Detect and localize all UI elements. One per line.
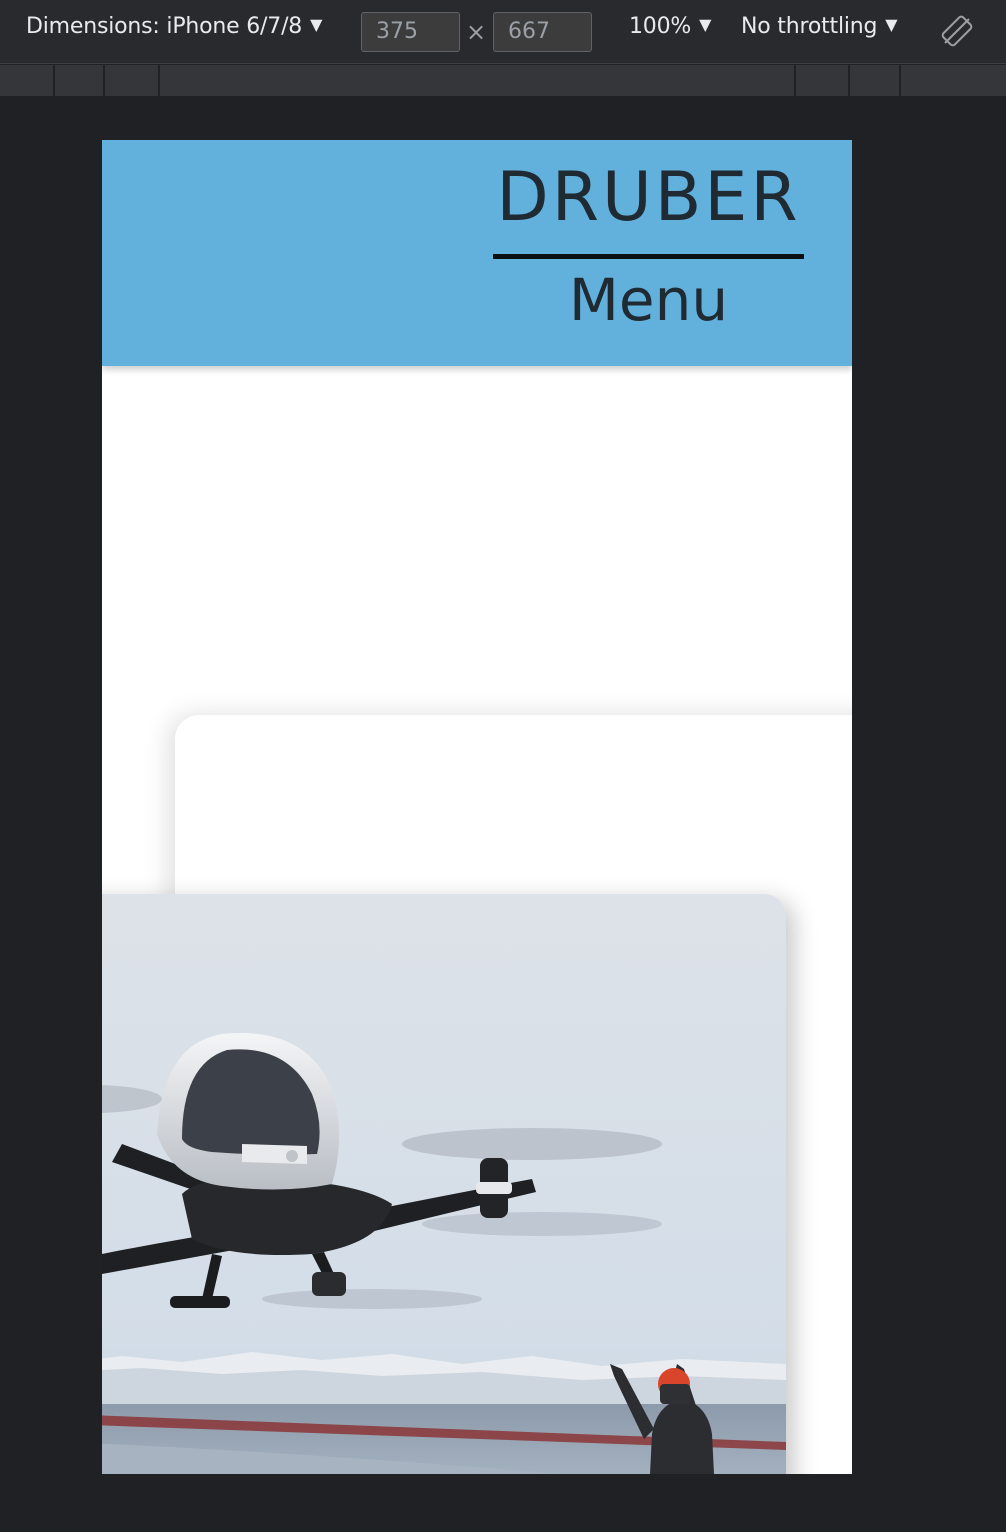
throttling-select[interactable]: No throttling ▼ [741,14,898,39]
site-header: DRUBER Menu [102,140,852,366]
rotate-icon[interactable] [940,14,974,48]
chevron-down-icon: ▼ [885,15,898,34]
media-query-segment[interactable] [899,65,901,96]
media-query-segment[interactable] [794,65,796,96]
dimension-times-icon: × [466,18,487,46]
brand-divider [493,254,804,259]
height-input[interactable]: 667 [493,12,592,52]
media-query-segment[interactable] [53,65,55,96]
chevron-down-icon: ▼ [699,15,712,34]
device-select-label: Dimensions: iPhone 6/7/8 [26,14,303,39]
width-input[interactable]: 375 [361,12,460,52]
hero-image [102,894,786,1474]
media-query-segment[interactable] [103,65,105,96]
chevron-down-icon: ▼ [310,15,323,34]
device-viewport: DRUBER Menu [102,140,852,1474]
media-query-segment[interactable] [848,65,850,96]
media-query-segment[interactable] [158,65,160,96]
menu-button[interactable]: Menu [493,266,804,334]
zoom-select-label: 100% [629,14,692,39]
devtools-device-toolbar: Dimensions: iPhone 6/7/8 ▼ 375 × 667 100%… [0,0,1006,64]
brand-logo[interactable]: DRUBER [493,158,804,237]
device-select[interactable]: Dimensions: iPhone 6/7/8 ▼ [26,14,322,39]
throttling-select-label: No throttling [741,14,878,39]
zoom-select[interactable]: 100% ▼ [629,14,711,39]
media-query-bar [0,65,1006,96]
